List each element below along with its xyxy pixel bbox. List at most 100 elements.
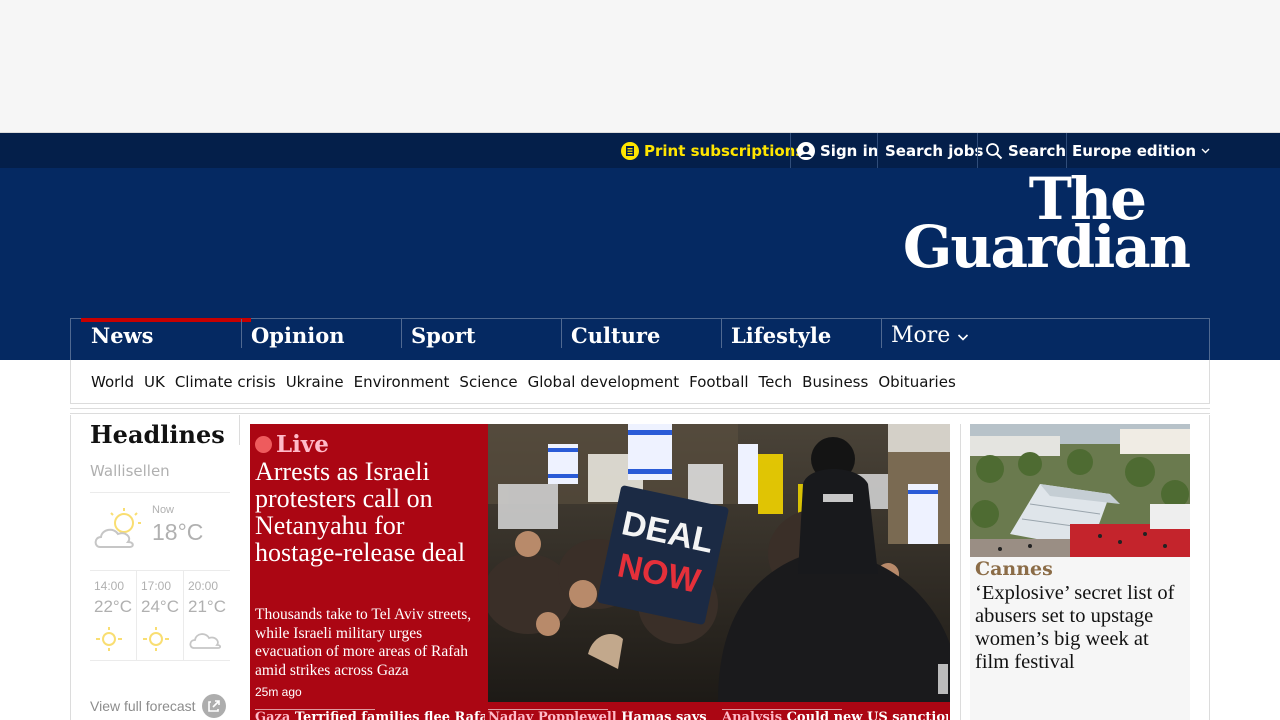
subnav-item-ukraine[interactable]: Ukraine — [286, 373, 344, 391]
live-dot-icon — [255, 435, 272, 453]
view-full-forecast-label: View full forecast — [90, 698, 196, 714]
logo-line-2: Guardian — [902, 213, 1191, 281]
pillar-culture[interactable]: Culture — [561, 319, 660, 348]
sublink-text: Could new US sanctions — [786, 710, 948, 720]
search-jobs-label: Search jobs — [885, 141, 984, 160]
weather-hour: 14:00 22°C — [90, 571, 137, 660]
sun-icon — [96, 627, 122, 651]
sublink-kicker: Nadav Popplewell — [488, 710, 617, 720]
search-link[interactable]: Search — [985, 133, 1066, 168]
section-title: Headlines — [90, 420, 225, 449]
divider-rule — [70, 408, 1210, 409]
weather-location[interactable]: Wallisellen — [90, 462, 230, 493]
cannes-photo — [970, 424, 1190, 557]
story-kicker: Cannes — [975, 558, 1053, 580]
pillar-lifestyle[interactable]: Lifestyle — [721, 319, 831, 348]
edition-selector[interactable]: Europe edition — [1072, 133, 1210, 168]
sign-in-label: Sign in — [820, 141, 879, 160]
protest-photo: DEAL NOW — [488, 424, 950, 702]
lead-story-card: Live Arrests as Israeli protesters call … — [250, 424, 488, 702]
live-label: Live — [276, 430, 329, 458]
sublink-kicker: Gaza — [255, 710, 291, 720]
print-icon — [621, 141, 639, 160]
subnav-item-business[interactable]: Business — [802, 373, 868, 391]
view-full-forecast-link[interactable]: View full forecast — [90, 694, 226, 718]
pillar-nav: News Opinion Sport Culture Lifestyle Mor… — [70, 318, 1210, 360]
print-subscriptions-link[interactable]: Print subscriptions — [621, 133, 804, 168]
chevron-down-icon — [958, 334, 969, 341]
subnav-item-uk[interactable]: UK — [144, 373, 165, 391]
sun-icon — [143, 627, 169, 651]
weather-widget: Wallisellen Now 18°C 14:00 22°C 17:00 24… — [90, 462, 230, 661]
top-bar: Print subscriptions Sign in Search jobs … — [0, 133, 1280, 168]
topbar-divider — [790, 133, 791, 168]
subnav-item-science[interactable]: Science — [459, 373, 517, 391]
pillar-more-label: More — [891, 323, 951, 348]
print-subscriptions-label: Print subscriptions — [644, 141, 805, 160]
pillar-opinion[interactable]: Opinion — [241, 319, 344, 348]
sign-in-link[interactable]: Sign in — [797, 133, 878, 168]
column-divider — [960, 424, 961, 720]
search-icon — [986, 142, 1003, 159]
masthead: The Guardian News Opinion Sport Culture … — [0, 168, 1280, 360]
weather-hour: 20:00 21°C — [184, 571, 230, 660]
lead-headline[interactable]: Arrests as Israeli protesters call on Ne… — [255, 458, 483, 566]
weather-hour-temp: 24°C — [141, 597, 179, 616]
pillar-sport-label: Sport — [411, 323, 476, 348]
divider-rule — [70, 403, 1210, 404]
lead-timestamp: 25m ago — [255, 685, 302, 699]
weather-hour-time: 14:00 — [94, 579, 125, 593]
pillar-opinion-label: Opinion — [251, 323, 345, 348]
topbar-divider — [1066, 133, 1067, 168]
weather-hour-temp: 21°C — [188, 597, 226, 616]
weather-now-label: Now — [152, 504, 175, 516]
subnav-item-climate-crisis[interactable]: Climate crisis — [175, 373, 276, 391]
edition-label: Europe edition — [1072, 141, 1197, 160]
chevron-down-icon — [1201, 148, 1210, 154]
sublink[interactable]: Gaza Terrified families flee Rafah — [255, 702, 485, 720]
sublink-text: Terrified families flee Rafah — [294, 710, 485, 720]
subnav-item-obituaries[interactable]: Obituaries — [878, 373, 955, 391]
topbar-divider — [977, 133, 978, 168]
pillar-sport[interactable]: Sport — [401, 319, 476, 348]
divider-rule — [70, 413, 1210, 414]
cannes-story-card[interactable]: Cannes ‘Explosive’ secret list of abuser… — [970, 424, 1190, 720]
user-icon — [797, 141, 815, 160]
weather-hour-temp: 22°C — [94, 597, 132, 616]
weather-hour-time: 20:00 — [188, 579, 219, 593]
weather-now-temp: 18°C — [152, 519, 204, 545]
pillar-more[interactable]: More — [881, 319, 969, 348]
search-label: Search — [1008, 141, 1067, 160]
sublink-text: Hamas says — [621, 710, 707, 720]
lead-story[interactable]: Live Arrests as Israeli protesters call … — [250, 424, 950, 702]
cloud-icon — [189, 633, 222, 649]
lead-sublinks: Gaza Terrified families flee Rafah Nadav… — [250, 702, 950, 720]
guardian-logo[interactable]: The Guardian — [893, 170, 1193, 281]
sublink[interactable]: Analysis Could new US sanctions — [722, 702, 948, 720]
weather-hour: 17:00 24°C — [137, 571, 184, 660]
story-headline[interactable]: ‘Explosive’ secret list of abusers set t… — [975, 582, 1187, 674]
subnav-item-environment[interactable]: Environment — [354, 373, 450, 391]
pillar-news[interactable]: News — [81, 318, 253, 348]
advertisement-slot — [0, 0, 1280, 133]
live-indicator: Live — [255, 428, 483, 460]
subnav-item-tech[interactable]: Tech — [759, 373, 793, 391]
lead-standfirst: Thousands take to Tel Aviv streets, whil… — [255, 606, 472, 679]
pillar-culture-label: Culture — [571, 323, 661, 348]
external-link-icon — [201, 694, 226, 718]
topbar-divider — [877, 133, 878, 168]
pillar-news-label: News — [91, 323, 154, 348]
sublink-kicker: Analysis — [722, 710, 783, 720]
subnav-item-football[interactable]: Football — [689, 373, 748, 391]
weather-now: Now 18°C — [90, 493, 230, 571]
subnav-item-world[interactable]: World — [91, 373, 134, 391]
search-jobs-link[interactable]: Search jobs — [885, 133, 983, 168]
sub-nav: World UK Climate crisis Ukraine Environment S… — [70, 360, 1210, 404]
subnav-item-global-development[interactable]: Global development — [528, 373, 680, 391]
partly-cloudy-icon — [94, 508, 141, 548]
sublink[interactable]: Nadav Popplewell Hamas says — [488, 702, 718, 720]
weather-hour-time: 17:00 — [141, 579, 172, 593]
pillar-lifestyle-label: Lifestyle — [731, 323, 832, 348]
weather-hourly: 14:00 22°C 17:00 24°C 20:00 21°C — [90, 571, 230, 661]
column-divider — [239, 415, 240, 445]
